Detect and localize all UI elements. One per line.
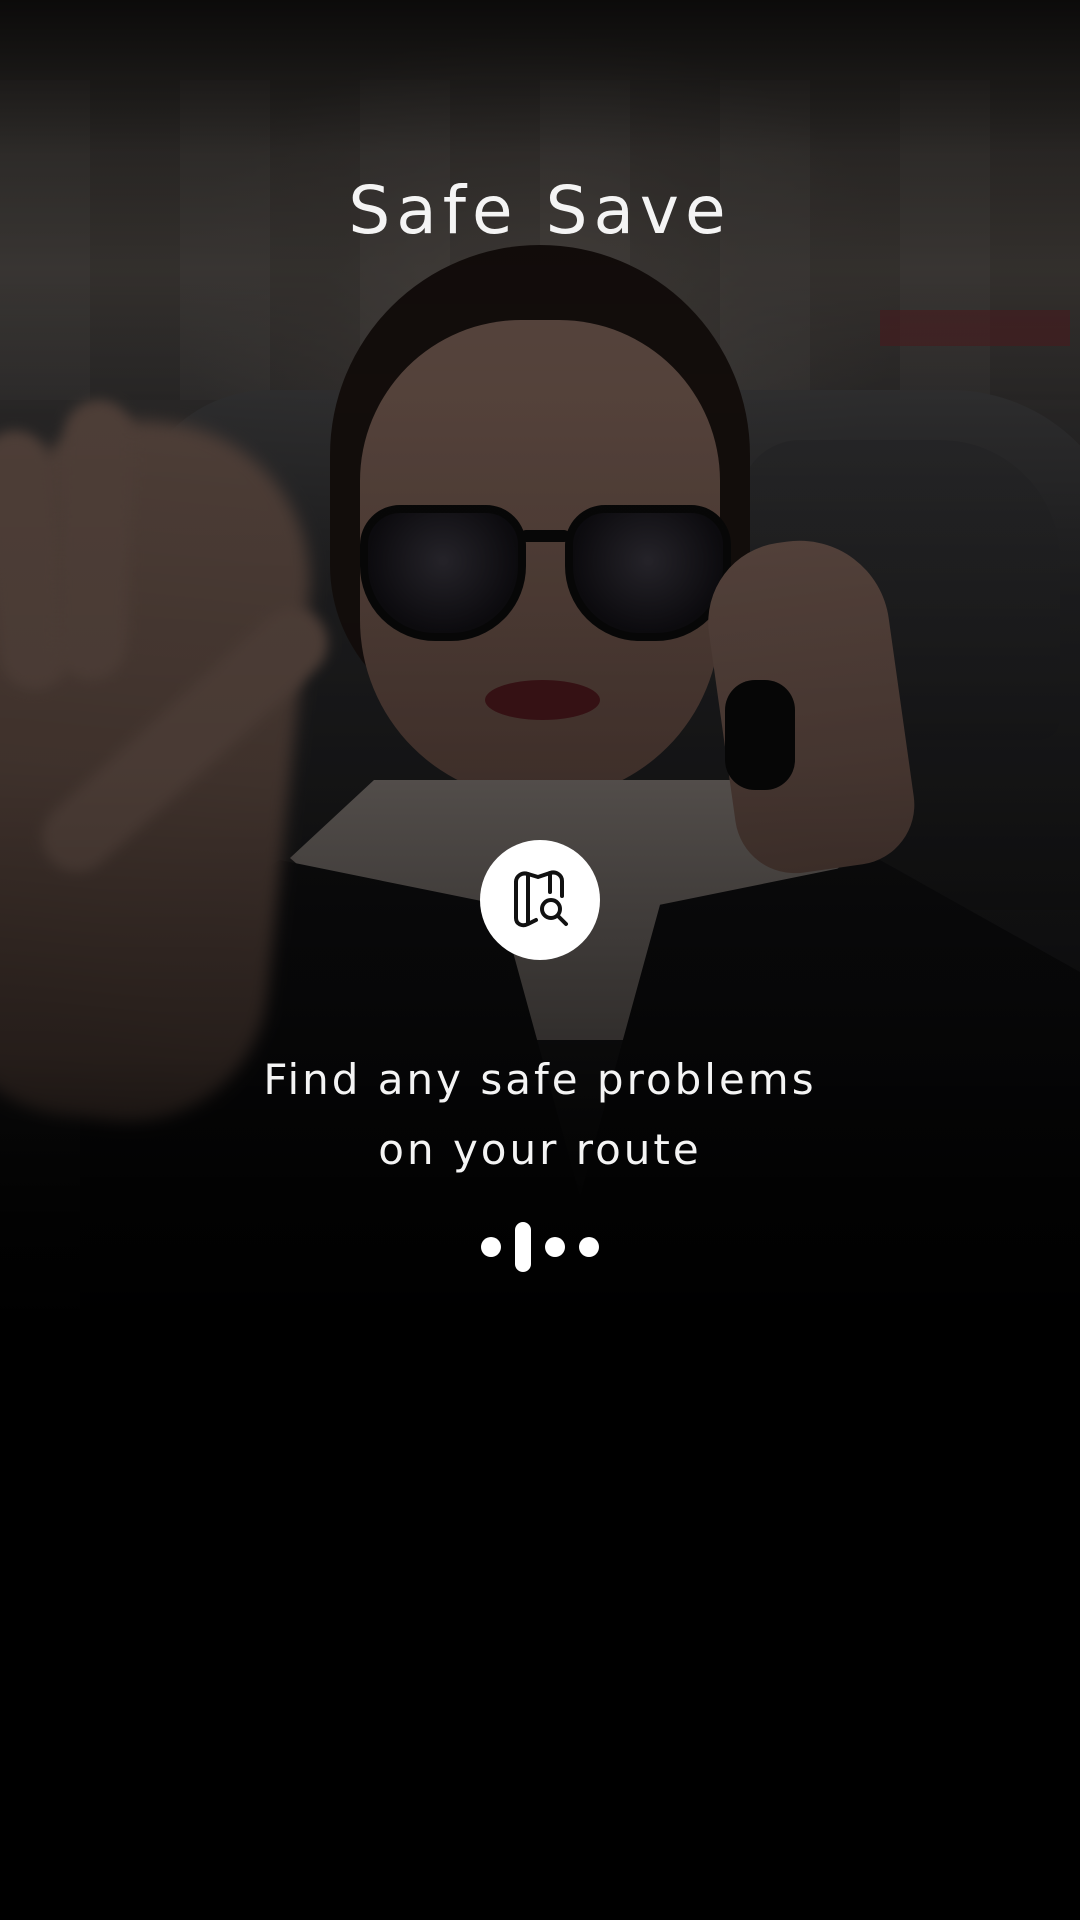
- onboarding-screen: Safe Save Find any safe problems on your…: [0, 0, 1080, 1920]
- tagline-line-1: Find any safe problems: [263, 1055, 817, 1104]
- background-overlay: [0, 0, 1080, 1920]
- map-search-icon: [514, 870, 568, 928]
- onboarding-tagline: Find any safe problems on your route: [0, 1045, 1080, 1185]
- feature-icon-badge: [480, 840, 600, 960]
- page-dot-3[interactable]: [545, 1237, 565, 1257]
- page-dot-4[interactable]: [579, 1237, 599, 1257]
- page-indicator: [0, 1222, 1080, 1272]
- app-title: Safe Save: [348, 172, 732, 249]
- page-dot-1[interactable]: [481, 1237, 501, 1257]
- tagline-line-2: on your route: [378, 1125, 702, 1174]
- page-dot-2-active[interactable]: [515, 1222, 531, 1272]
